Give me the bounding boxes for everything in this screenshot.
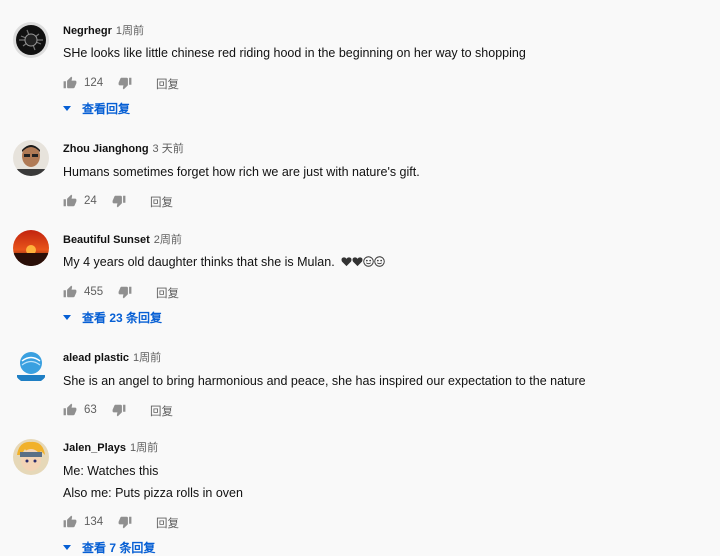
like-count: 124 [84,77,104,89]
comment-header: Beautiful Sunset 2周前 [63,233,182,247]
view-replies-link[interactable]: 查看 7 条回复 [63,539,155,556]
avatar[interactable] [13,230,49,266]
author-name[interactable]: Jalen_Plays [63,442,126,454]
view-replies-label[interactable]: 查看 7 条回复 [82,541,155,555]
reply-button[interactable]: 回复 [156,285,179,301]
like-count: 63 [84,404,97,416]
thumbs-up-icon[interactable] [63,76,77,90]
comment-time[interactable]: 1周前 [130,442,158,454]
thumbs-down-icon[interactable] [112,403,126,417]
comment-text-body: My 4 years old daughter thinks that she … [63,255,335,269]
author-name[interactable]: Beautiful Sunset [63,234,150,246]
thumbs-down-icon[interactable] [112,194,126,208]
comment-time[interactable]: 1周前 [116,25,144,37]
avatar[interactable] [13,348,49,384]
thumbs-up-icon[interactable] [63,403,77,417]
avatar[interactable] [13,140,49,176]
black-heart-icon [352,257,363,267]
reply-button[interactable]: 回复 [150,403,173,419]
caret-down-icon [63,545,71,551]
comment-text: She is an angel to bring harmonious and … [63,374,586,388]
comment-header: Zhou Jianghong 3 天前 [63,142,184,156]
emoji-group [341,255,385,269]
thumbs-down-icon[interactable] [118,515,132,529]
comment-text: My 4 years old daughter thinks that she … [63,254,385,270]
like-count: 455 [84,286,104,298]
thumbs-down-icon[interactable] [118,76,132,90]
smiling-face-icon [363,256,374,267]
comment-time[interactable]: 3 天前 [153,143,184,155]
comment-text: Humans sometimes forget how rich we are … [63,165,420,179]
comment-time[interactable]: 1周前 [133,352,161,364]
comment-text-line: Me: Watches this [63,464,159,478]
reply-button[interactable]: 回复 [156,515,179,531]
view-replies-link[interactable]: 查看 23 条回复 [63,309,162,326]
reply-button[interactable]: 回复 [150,194,173,210]
black-heart-icon [341,257,352,267]
comment-header: alead plastic 1周前 [63,351,161,365]
view-replies-link[interactable]: 查看回复 [63,100,130,117]
comment-text: SHe looks like little chinese red riding… [63,46,526,60]
caret-down-icon [63,315,71,321]
view-replies-label[interactable]: 查看回复 [82,102,130,116]
author-name[interactable]: Negrhegr [63,25,112,37]
comment-text-line: Also me: Puts pizza rolls in oven [63,486,243,500]
thumbs-up-icon[interactable] [63,194,77,208]
caret-down-icon [63,106,71,112]
author-name[interactable]: Zhou Jianghong [63,143,149,155]
thumbs-up-icon[interactable] [63,285,77,299]
avatar[interactable] [13,439,49,475]
thumbs-down-icon[interactable] [118,285,132,299]
reply-button[interactable]: 回复 [156,76,179,92]
author-name[interactable]: alead plastic [63,352,129,364]
view-replies-label[interactable]: 查看 23 条回复 [82,311,162,325]
like-count: 24 [84,195,97,207]
avatar[interactable] [13,22,49,58]
comment-header: Negrhegr 1周前 [63,24,144,38]
comment-time[interactable]: 2周前 [154,234,182,246]
smiling-face-icon [374,256,385,267]
comment-header: Jalen_Plays 1周前 [63,441,158,455]
like-count: 134 [84,516,104,528]
thumbs-up-icon[interactable] [63,515,77,529]
